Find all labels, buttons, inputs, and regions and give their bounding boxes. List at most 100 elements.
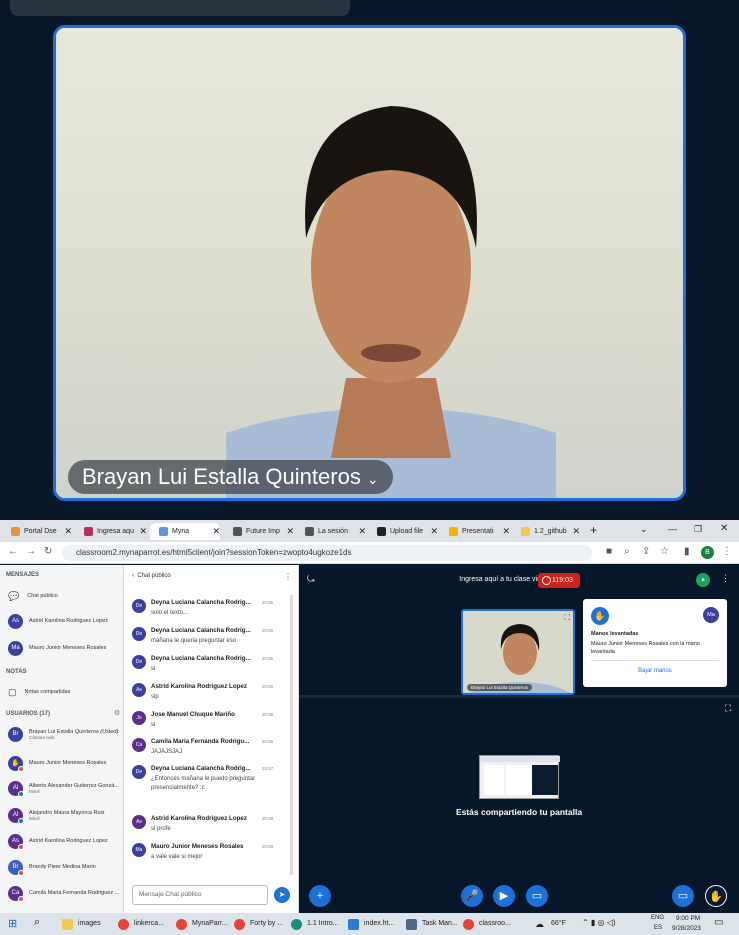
windows-start-icon[interactable]: ⊞ bbox=[8, 917, 17, 930]
chevron-down-icon: ⌄ bbox=[366, 471, 379, 487]
user-list-item[interactable]: Al Alejandro Maura Mayorca Ruiz Móvil bbox=[8, 807, 105, 824]
section-label: NOTAS bbox=[6, 669, 27, 675]
presentation-button[interactable]: ▭ bbox=[672, 885, 694, 907]
section-label: MENSAJES bbox=[6, 572, 40, 578]
classroom-app: MENSAJES 💬 Chat público As Astrid Karolina… bbox=[0, 565, 739, 913]
presentation-stage: ⤿ Ingresa aquí a tu clase virtual 119:03… bbox=[299, 565, 739, 913]
browser-tab[interactable]: Presentati ✕ bbox=[440, 523, 510, 540]
main-video-tile: Brayan Lui Estalla Quinteros ⌄ bbox=[53, 25, 686, 501]
browser-tab[interactable]: Portal Dse ✕ bbox=[2, 523, 72, 540]
language-indicator[interactable]: ENG bbox=[651, 915, 664, 921]
sidebar-dm-item[interactable]: As Astrid Karolina Rodriguez Lopez bbox=[8, 613, 108, 629]
raised-hands-panel: ✋ Ma Manos levantadas Mauro Junior Menes… bbox=[583, 599, 727, 687]
video-nameplate[interactable]: Brayan Lui Estalla Quinteros ⌄ bbox=[68, 460, 393, 494]
sidebar-item-notes[interactable]: ▢ Notas compartidas bbox=[8, 684, 70, 700]
fullscreen-icon[interactable]: ⛶ bbox=[725, 703, 731, 714]
chat-menu-icon[interactable]: ⋮ bbox=[284, 572, 292, 581]
notification-icon[interactable]: ▭ bbox=[714, 917, 723, 928]
weather-icon[interactable]: ☁ bbox=[535, 919, 544, 930]
sidebar-item-public-chat[interactable]: 💬 Chat público bbox=[8, 588, 58, 604]
taskbar-item[interactable]: linkerca... bbox=[118, 917, 164, 931]
browser-tab[interactable]: Future Imp ✕ bbox=[224, 523, 294, 540]
raised-hands-title: Manos levantadas bbox=[591, 631, 639, 637]
user-sidebar: MENSAJES 💬 Chat público As Astrid Karolina… bbox=[0, 565, 124, 913]
close-window-icon[interactable]: ✕ bbox=[720, 523, 728, 534]
minimize-icon[interactable]: — bbox=[668, 524, 677, 534]
user-list-item[interactable]: Al Alberto Alexander Gutierrez Gonzá... Mó… bbox=[8, 780, 119, 797]
actions-plus-button[interactable]: + bbox=[309, 885, 331, 907]
weather-temp[interactable]: 66°F bbox=[551, 920, 566, 927]
browser-tab[interactable]: 1.2_github ✕ bbox=[512, 523, 580, 540]
address-bar-row: ← → ↻ classroom2.mynaparrot.es/html5clie… bbox=[0, 542, 739, 564]
user-list-item[interactable]: ✋ Mauro Junior Meneses Rosales bbox=[8, 755, 106, 772]
sidebar-dm-item[interactable]: Ma Mauro Junior Meneses Rosales bbox=[8, 640, 106, 656]
user-list-item[interactable]: Br Brandy Pieer Medina Marin bbox=[8, 859, 96, 876]
raised-hand-icon: ✋ bbox=[591, 607, 609, 625]
new-tab-icon[interactable]: + bbox=[590, 523, 597, 537]
browser-tab[interactable]: Ingresa aqu ✕ bbox=[75, 523, 147, 540]
user-list-item[interactable]: Br Brayan Lui Estalla Quinteros (Usted) Cá… bbox=[8, 726, 118, 742]
stage-resize-handle[interactable] bbox=[299, 695, 739, 698]
chat-scrollbar[interactable] bbox=[290, 595, 293, 875]
participant-video bbox=[226, 106, 556, 498]
share-icon[interactable]: ⇪ bbox=[642, 546, 650, 557]
section-label: USUARIOS (17) bbox=[6, 711, 51, 717]
taskbar-item[interactable]: 1.1 Intro... bbox=[291, 917, 339, 931]
taskbar-item[interactable]: images bbox=[62, 917, 101, 931]
taskbar-item[interactable]: index.ht... bbox=[348, 917, 394, 931]
webcam-nameplate[interactable]: Brayan Lui Estalla Quinteros bbox=[467, 684, 533, 691]
taskbar-item[interactable]: MynaParr... bbox=[176, 917, 228, 931]
user-list-item[interactable]: Ca Camila Maria Fernanda Rodriguez ... bbox=[8, 885, 119, 902]
search-icon[interactable]: ⌕ bbox=[34, 916, 40, 929]
bookmark-star-icon[interactable]: ☆ bbox=[660, 546, 669, 557]
webcam-thumbnail[interactable]: ⛶ Brayan Lui Estalla Quinteros bbox=[461, 609, 575, 695]
profile-avatar[interactable]: B bbox=[701, 546, 714, 559]
tab-search-icon[interactable]: ⌄ bbox=[640, 524, 648, 535]
camera-button[interactable]: ▶ bbox=[493, 885, 515, 907]
taskbar-item[interactable]: classroo... bbox=[463, 917, 511, 931]
taskbar-item[interactable]: Task Man... bbox=[406, 917, 458, 931]
chat-message-input[interactable]: Mensaje Chat público bbox=[132, 885, 268, 905]
meeting-title: Ingresa aquí a tu clase virtual bbox=[459, 576, 551, 583]
windows-taskbar: ⊞ ⌕ images linkerca... MynaParr... Forty… bbox=[0, 913, 739, 935]
camera-icon[interactable]: ■ bbox=[606, 546, 612, 557]
chat-icon: 💬 bbox=[8, 590, 20, 601]
options-menu-icon[interactable]: ⋮ bbox=[721, 573, 730, 584]
recording-indicator[interactable]: 119:03 bbox=[538, 573, 580, 588]
webcam-video bbox=[463, 611, 573, 693]
forward-icon[interactable]: → bbox=[26, 546, 36, 557]
sidepanel-icon[interactable]: ▮ bbox=[684, 546, 690, 557]
avatar: Ma bbox=[703, 607, 719, 623]
send-icon[interactable]: ➤ bbox=[274, 887, 290, 903]
user-list-item[interactable]: As Astrid Karolina Rodriguez Lopez bbox=[8, 833, 108, 850]
public-chat-panel: ‹ Chat público ⋮ De Deyna Luciana Calanch… bbox=[124, 565, 299, 913]
lower-hands-button[interactable]: Bajar manos bbox=[583, 668, 727, 674]
screen-share-status: Estás compartiendo tu pantalla bbox=[455, 807, 583, 817]
url-field[interactable]: classroom2.mynaparrot.es/html5client/joi… bbox=[62, 545, 592, 561]
taskbar-item[interactable]: Forty by ... bbox=[234, 917, 283, 931]
tray-icons[interactable]: ⌃ ▮ ◎ ◁) bbox=[582, 918, 616, 927]
restore-icon[interactable]: ❐ bbox=[694, 524, 702, 535]
clock-time[interactable]: 9:00 PM bbox=[676, 915, 700, 922]
reload-icon[interactable]: ↻ bbox=[44, 546, 52, 557]
top-toolbar bbox=[10, 0, 350, 16]
clock-date[interactable]: 9/28/2023 bbox=[672, 925, 701, 932]
browser-tab[interactable]: Upload file ✕ bbox=[368, 523, 438, 540]
zoom-icon[interactable]: ⌕ bbox=[624, 546, 630, 557]
microphone-button[interactable]: 🎤 bbox=[461, 885, 483, 907]
fullscreen-icon[interactable]: ⛶ bbox=[564, 613, 570, 623]
browser-tab[interactable]: La sesión ✕ bbox=[296, 523, 366, 540]
screen-share-button[interactable]: ▭ bbox=[526, 885, 548, 907]
notes-icon: ▢ bbox=[8, 686, 17, 697]
back-icon[interactable]: ← bbox=[8, 546, 18, 557]
chat-header[interactable]: ‹ Chat público bbox=[132, 573, 171, 579]
browser-tab-strip: Portal Dse ✕ Ingresa aqu ✕ Myna ✕ Future Im… bbox=[0, 520, 739, 542]
language-indicator-sub[interactable]: ES bbox=[654, 925, 662, 931]
raised-hands-text: Mauro Junior Meneses Rosales con la mano… bbox=[591, 641, 700, 655]
browser-tab-active[interactable]: Myna ✕ bbox=[150, 523, 220, 540]
screen-share-preview bbox=[479, 755, 560, 799]
connection-icon[interactable]: ▴ bbox=[696, 573, 710, 587]
gear-icon[interactable]: ⚙ bbox=[114, 709, 120, 717]
menu-dots-icon[interactable]: ⋮ bbox=[722, 546, 732, 557]
raise-hand-button[interactable]: ✋ bbox=[705, 885, 727, 907]
